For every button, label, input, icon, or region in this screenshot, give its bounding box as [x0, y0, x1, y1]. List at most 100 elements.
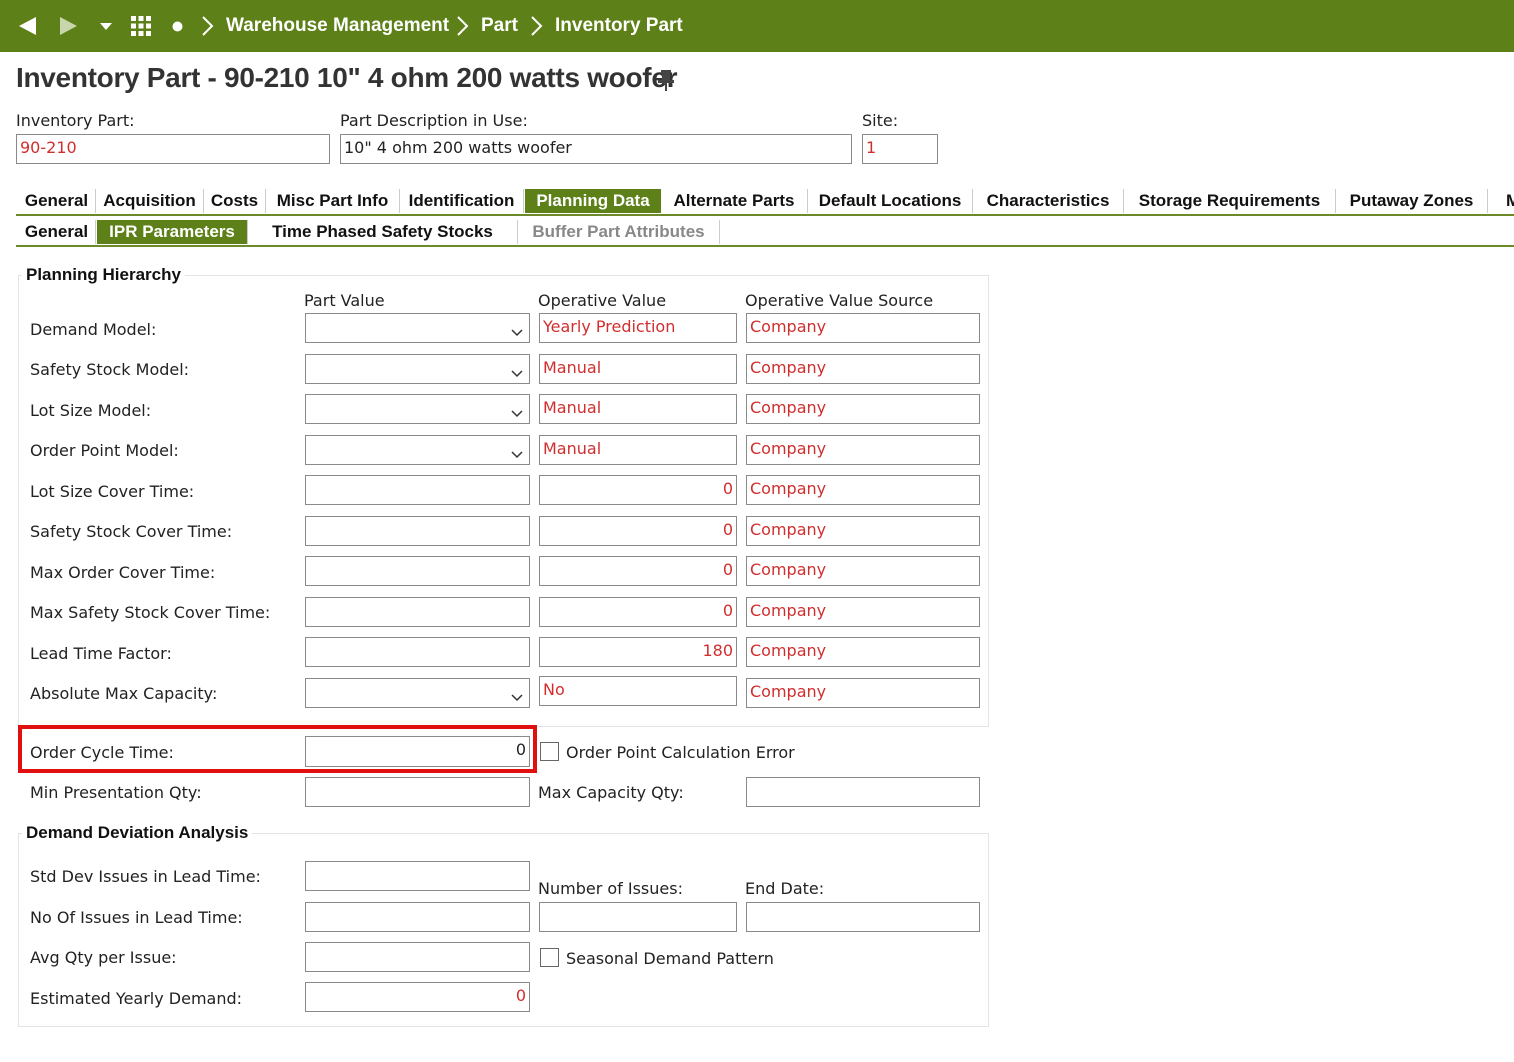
- max-capacity-qty-label: Max Capacity Qty:: [538, 783, 684, 802]
- safety-stock-model-source: Company: [746, 354, 980, 384]
- order-point-model-source: Company: [746, 435, 980, 465]
- demand-deviation-title: Demand Deviation Analysis: [22, 823, 253, 843]
- tab-underline: [16, 214, 1514, 216]
- select-caret-icon: [511, 444, 523, 463]
- absolute-max-capacity-operative: No: [539, 676, 737, 706]
- dropdown-caret-icon[interactable]: [99, 0, 113, 52]
- tab-general[interactable]: General: [18, 189, 96, 213]
- max-safety-stock-cover-time-source: Company: [746, 597, 980, 627]
- demand-model-operative: Yearly Prediction: [539, 313, 737, 343]
- max-safety-stock-cover-time-operative: 0: [539, 597, 737, 627]
- safety-stock-model-select[interactable]: [305, 354, 530, 384]
- demand-model-source: Company: [746, 313, 980, 343]
- back-arrow-icon[interactable]: [16, 0, 38, 52]
- tab-planning-data[interactable]: Planning Data: [525, 189, 661, 213]
- subtab-ipr-parameters[interactable]: IPR Parameters: [97, 220, 248, 244]
- col-operative-value-source: Operative Value Source: [745, 291, 934, 310]
- top-nav-bar: Warehouse Management Part Inventory Part: [0, 0, 1514, 52]
- breadcrumb-inventory-part[interactable]: Inventory Part: [555, 0, 683, 52]
- max-safety-stock-cover-time-label: Max Safety Stock Cover Time:: [30, 603, 271, 622]
- tab-acquisition[interactable]: Acquisition: [96, 189, 204, 213]
- min-presentation-qty-field[interactable]: [305, 777, 530, 807]
- tab-default-locations[interactable]: Default Locations: [808, 189, 973, 213]
- col-operative-value: Operative Value: [538, 291, 667, 310]
- breadcrumb-part[interactable]: Part: [481, 0, 518, 52]
- chevron-right-icon: [529, 0, 543, 52]
- safety-stock-cover-time-operative: 0: [539, 516, 737, 546]
- lot-size-cover-time-field[interactable]: [305, 475, 530, 505]
- demand-model-select[interactable]: [305, 313, 530, 343]
- lot-size-model-select[interactable]: [305, 394, 530, 424]
- seasonal-demand-pattern-label: Seasonal Demand Pattern: [566, 949, 774, 968]
- max-capacity-qty-field[interactable]: [746, 777, 980, 807]
- lot-size-cover-time-source: Company: [746, 475, 980, 505]
- subtab-underline: [16, 245, 1514, 247]
- no-of-issues-field[interactable]: [305, 902, 530, 932]
- avg-qty-per-issue-field[interactable]: [305, 942, 530, 972]
- subtab-general[interactable]: General: [18, 220, 96, 244]
- select-caret-icon: [511, 403, 523, 422]
- planning-hierarchy-title: Planning Hierarchy: [22, 265, 185, 285]
- tab-alternate-parts[interactable]: Alternate Parts: [661, 189, 808, 213]
- order-point-model-label: Order Point Model:: [30, 441, 179, 460]
- lead-time-factor-field[interactable]: [305, 637, 530, 667]
- safety-stock-model-operative: Manual: [539, 354, 737, 384]
- min-presentation-qty-label: Min Presentation Qty:: [30, 783, 202, 802]
- lot-size-model-operative: Manual: [539, 394, 737, 424]
- max-safety-stock-cover-time-field[interactable]: [305, 597, 530, 627]
- select-caret-icon: [511, 363, 523, 382]
- safety-stock-cover-time-field[interactable]: [305, 516, 530, 546]
- absolute-max-capacity-source: Company: [746, 678, 980, 708]
- inventory-part-label: Inventory Part:: [16, 111, 135, 130]
- safety-stock-cover-time-label: Safety Stock Cover Time:: [30, 522, 233, 541]
- absolute-max-capacity-label: Absolute Max Capacity:: [30, 684, 218, 703]
- estimated-yearly-demand-label: Estimated Yearly Demand:: [30, 989, 243, 1008]
- page-title: Inventory Part - 90-210 10" 4 ohm 200 wa…: [16, 62, 678, 93]
- description-field[interactable]: 10" 4 ohm 200 watts woofer: [340, 134, 852, 164]
- tab-identification[interactable]: Identification: [400, 189, 524, 213]
- subtab-buffer-part-attributes: Buffer Part Attributes: [518, 220, 720, 244]
- col-part-value: Part Value: [304, 291, 385, 310]
- select-caret-icon: [511, 687, 523, 706]
- tab-misc-part-info[interactable]: Misc Part Info: [266, 189, 400, 213]
- inventory-part-field[interactable]: 90-210: [16, 134, 330, 164]
- estimated-yearly-demand-field: 0: [305, 982, 530, 1012]
- std-dev-issues-field[interactable]: [305, 861, 530, 891]
- safety-stock-model-label: Safety Stock Model:: [30, 360, 190, 379]
- tab-more[interactable]: M: [1488, 189, 1514, 213]
- app-grid-icon[interactable]: [130, 0, 152, 52]
- forward-arrow-icon[interactable]: [58, 0, 80, 52]
- end-date-field[interactable]: [746, 902, 980, 932]
- pin-icon[interactable]: [656, 68, 676, 96]
- avg-qty-per-issue-label: Avg Qty per Issue:: [30, 948, 177, 967]
- seasonal-demand-pattern-checkbox[interactable]: [540, 948, 559, 967]
- tab-characteristics[interactable]: Characteristics: [973, 189, 1124, 213]
- max-order-cover-time-source: Company: [746, 556, 980, 586]
- lead-time-factor-source: Company: [746, 637, 980, 667]
- lead-time-factor-label: Lead Time Factor:: [30, 644, 172, 663]
- breadcrumb-warehouse-management[interactable]: Warehouse Management: [226, 0, 449, 52]
- no-of-issues-label: No Of Issues in Lead Time:: [30, 908, 243, 927]
- demand-model-label: Demand Model:: [30, 320, 157, 339]
- site-label: Site:: [862, 111, 899, 130]
- tab-storage-requirements[interactable]: Storage Requirements: [1124, 189, 1336, 213]
- tab-costs[interactable]: Costs: [204, 189, 266, 213]
- subtab-time-phased-safety-stocks[interactable]: Time Phased Safety Stocks: [248, 220, 518, 244]
- lot-size-model-label: Lot Size Model:: [30, 401, 152, 420]
- order-point-model-operative: Manual: [539, 435, 737, 465]
- order-point-calculation-error-checkbox[interactable]: [540, 742, 559, 761]
- tab-putaway-zones[interactable]: Putaway Zones: [1336, 189, 1488, 213]
- description-label: Part Description in Use:: [340, 111, 528, 130]
- dot-icon[interactable]: [172, 0, 183, 52]
- max-order-cover-time-field[interactable]: [305, 556, 530, 586]
- lot-size-cover-time-label: Lot Size Cover Time:: [30, 482, 195, 501]
- number-of-issues-field[interactable]: [539, 902, 737, 932]
- order-point-model-select[interactable]: [305, 435, 530, 465]
- number-of-issues-label: Number of Issues:: [538, 879, 683, 898]
- site-field[interactable]: 1: [862, 134, 938, 164]
- max-order-cover-time-label: Max Order Cover Time:: [30, 563, 216, 582]
- absolute-max-capacity-select[interactable]: [305, 678, 530, 708]
- end-date-label: End Date:: [745, 879, 825, 898]
- order-cycle-time-field[interactable]: 0: [305, 736, 530, 767]
- max-order-cover-time-operative: 0: [539, 556, 737, 586]
